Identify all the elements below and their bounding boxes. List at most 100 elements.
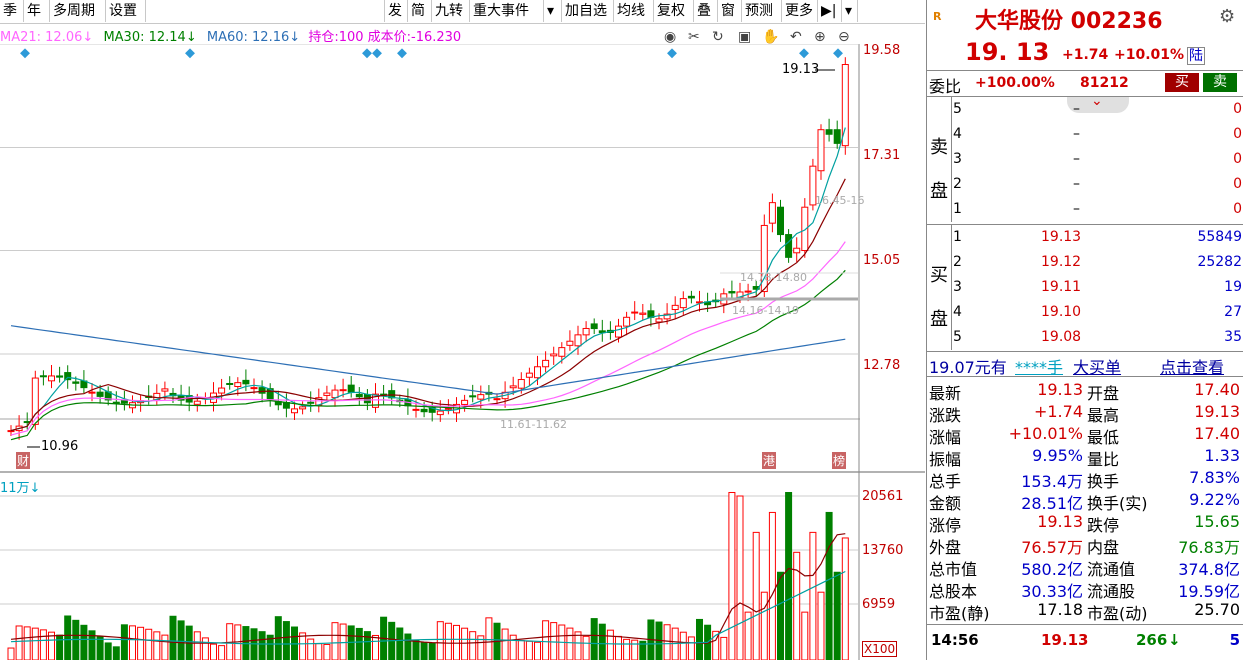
- volume-bar: [153, 631, 161, 660]
- lock-icon[interactable]: ▣: [738, 29, 751, 45]
- stat-row: 市盈(静) 17.18 市盈(动) 25.70: [929, 600, 1240, 623]
- settings-button[interactable]: 设置: [106, 0, 146, 22]
- more-button[interactable]: 更多: [782, 0, 818, 22]
- candle-up: [88, 391, 96, 394]
- volume-bar: [574, 631, 582, 660]
- candle-up: [793, 247, 801, 254]
- refresh-icon[interactable]: ↻: [712, 29, 724, 45]
- volume-bar: [687, 636, 695, 660]
- volume-bar: [169, 615, 177, 660]
- candle-down: [833, 129, 841, 144]
- volume-bar: [177, 620, 185, 660]
- candle-up: [655, 318, 663, 323]
- candle-up: [48, 375, 55, 382]
- events-dropdown-button[interactable]: ▾: [544, 0, 562, 22]
- ma10-line: [10, 178, 846, 432]
- stat-row: 总手 153.4万 换手 7.83%: [929, 468, 1240, 491]
- volume-bar: [396, 627, 404, 660]
- volume-bar: [299, 632, 307, 660]
- major-events-button[interactable]: 重大事件: [470, 0, 544, 22]
- gear-icon[interactable]: ⚙: [1219, 6, 1235, 27]
- jian-button[interactable]: 简: [408, 0, 432, 22]
- down-arrow-icon: ↓: [1168, 631, 1181, 649]
- volume-bar: [663, 624, 671, 660]
- quote-panel: R 大华股份 002236 ⚙ 19. 13 +1.74 +10.01% 陆 委…: [926, 0, 1243, 660]
- volume-bar: [444, 622, 452, 660]
- add-watchlist-button[interactable]: 加自选: [562, 0, 614, 22]
- more-dropdown-button[interactable]: ▾: [842, 0, 858, 22]
- candle-down: [96, 391, 104, 397]
- jiuzhuan-button[interactable]: 九转: [432, 0, 470, 22]
- buy-side-label: 买盘: [927, 224, 952, 350]
- ma30-value: MA30: 12.14: [103, 30, 186, 45]
- event-marker: [833, 48, 843, 59]
- buy-row-5[interactable]: 5 19.08 35: [953, 325, 1243, 350]
- sell-side-label: 卖盘: [927, 96, 952, 222]
- buy-row-1[interactable]: 1 19.13 55849: [953, 225, 1243, 250]
- event-marker: [185, 48, 195, 59]
- volume-bar: [542, 620, 550, 660]
- eye-icon[interactable]: ◉: [664, 29, 676, 45]
- volume-bar: [104, 642, 112, 660]
- sell-button[interactable]: 卖: [1203, 73, 1237, 92]
- big-order-bar[interactable]: 19.07元有 ****手 大买单 点击查看: [927, 353, 1243, 378]
- volume-bar: [582, 635, 590, 660]
- volume-bar: [509, 634, 517, 660]
- volume-bar: [210, 643, 217, 660]
- candle-up: [623, 316, 631, 327]
- candle-up: [574, 334, 582, 347]
- sell-row-1[interactable]: 1–0: [953, 197, 1243, 222]
- view-link[interactable]: 点击查看: [1160, 354, 1224, 378]
- candle-down: [39, 375, 47, 378]
- fa-button[interactable]: 发: [384, 0, 408, 22]
- period-season-button[interactable]: 季: [0, 0, 24, 22]
- volume-bar: [307, 638, 315, 660]
- candle-down: [72, 381, 80, 384]
- adjust-price-button[interactable]: 复权: [654, 0, 694, 22]
- volume-bar: [785, 491, 793, 660]
- zoom-in-icon[interactable]: ⊕: [814, 29, 826, 45]
- volume-bar: [801, 611, 809, 660]
- hk-marker[interactable]: 港: [762, 452, 777, 469]
- kline-chart[interactable]: [0, 44, 925, 660]
- scissors-icon[interactable]: ✂: [688, 29, 700, 45]
- buy-row-3[interactable]: 3 19.11 19: [953, 275, 1243, 300]
- buy-button[interactable]: 买: [1165, 73, 1199, 92]
- forecast-button[interactable]: 预测: [742, 0, 782, 22]
- candle-down: [777, 206, 784, 236]
- ranking-marker[interactable]: 榜: [832, 452, 847, 469]
- hand-icon[interactable]: ✋: [762, 29, 779, 45]
- candle-up: [817, 129, 825, 172]
- undo-icon[interactable]: ↶: [790, 29, 802, 45]
- multi-period-button[interactable]: 多周期: [50, 0, 106, 22]
- volume-bar: [129, 625, 136, 660]
- candle-down: [355, 393, 363, 398]
- volume-bar: [355, 627, 363, 660]
- volume-axis-label: 6959: [862, 597, 896, 612]
- moving-average-button[interactable]: 均线: [614, 0, 654, 22]
- volume-bar: [696, 618, 703, 660]
- buy-row-4[interactable]: 4 19.10 27: [953, 300, 1243, 325]
- candle-down: [825, 129, 833, 135]
- buy-row-2[interactable]: 2 19.12 25282: [953, 250, 1243, 275]
- finance-marker[interactable]: 财: [16, 452, 31, 469]
- overlay-button[interactable]: 叠: [694, 0, 718, 22]
- ma21-value: MA21: 12.06: [0, 30, 83, 45]
- sell-row-5[interactable]: 5–0: [953, 97, 1243, 122]
- zoom-out-icon[interactable]: ⊖: [838, 29, 850, 45]
- candle-down: [258, 387, 266, 394]
- volume-bar: [517, 640, 525, 660]
- sell-row-4[interactable]: 4–0: [953, 122, 1243, 147]
- volume-bar: [428, 642, 436, 660]
- window-button[interactable]: 窗: [718, 0, 742, 22]
- candle-down: [242, 379, 250, 385]
- period-year-button[interactable]: 年: [24, 0, 50, 22]
- r-icon: R: [933, 10, 942, 23]
- volume-bar: [550, 622, 558, 660]
- sell-row-3[interactable]: 3–0: [953, 147, 1243, 172]
- price-axis-label: 19.58: [863, 43, 901, 58]
- play-end-button[interactable]: ▶|: [818, 0, 842, 22]
- volume-bar: [817, 591, 825, 660]
- volume-bar: [598, 623, 606, 660]
- sell-row-2[interactable]: 2–0: [953, 172, 1243, 197]
